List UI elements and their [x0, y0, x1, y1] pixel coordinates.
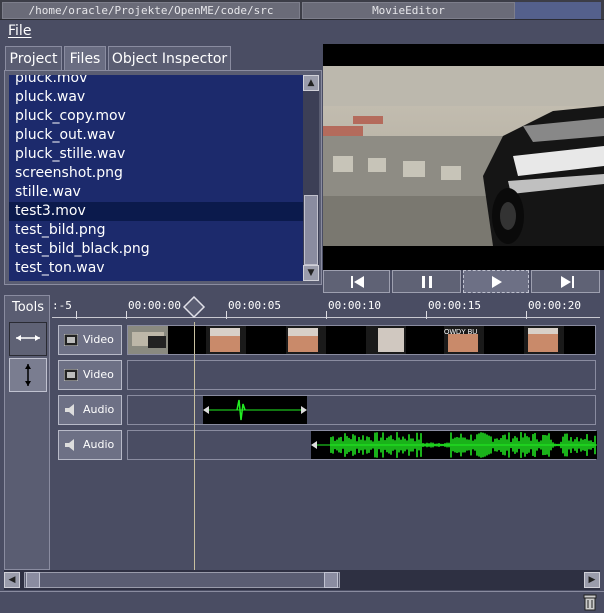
file-list-item[interactable]: test3.mov	[9, 202, 303, 221]
file-list-item[interactable]: test_bild.png	[9, 221, 303, 240]
ruler-label: :-5	[52, 299, 72, 312]
scroll-down-icon[interactable]: ▼	[303, 265, 319, 281]
scroll-thumb-cap[interactable]	[26, 572, 40, 588]
timeline-ruler[interactable]: :-5 00:00:00 00:00:05 00:00:10 00:00:15 …	[52, 295, 600, 321]
track-header-audio-2[interactable]: Audio	[58, 430, 122, 460]
ruler-tick	[326, 311, 327, 319]
title-bar: /home/oracle/Projekte/OpenME/code/src Mo…	[0, 0, 604, 20]
scroll-thumb[interactable]	[24, 572, 340, 588]
video-clip-thumbnails[interactable]: OWDY BU	[128, 326, 597, 354]
ruler-tick	[126, 311, 127, 319]
scroll-thumb[interactable]	[304, 195, 318, 265]
status-bar	[0, 591, 604, 613]
ruler-label: 00:00:15	[428, 299, 481, 312]
ruler-label: 00:00:20	[528, 299, 581, 312]
scroll-thumb-cap[interactable]	[324, 572, 338, 588]
window-path-title[interactable]: /home/oracle/Projekte/OpenME/code/src	[2, 2, 300, 19]
ruler-label: 00:00:05	[228, 299, 281, 312]
waveform-1	[203, 399, 307, 421]
skip-start-button[interactable]	[323, 270, 390, 293]
file-list-item[interactable]: test_ton.wav	[9, 259, 303, 278]
track-header-audio-1[interactable]: Audio	[58, 395, 122, 425]
window-app-title[interactable]: MovieEditor	[302, 2, 515, 19]
video-lane-1[interactable]: OWDY BU	[127, 325, 596, 355]
file-list-item[interactable]: stille.wav	[9, 183, 303, 202]
film-icon	[64, 369, 78, 381]
track-header-video-2[interactable]: Video	[58, 360, 122, 390]
thumbnail-text: OWDY BU	[444, 329, 477, 336]
ruler-tick	[426, 311, 427, 319]
vertical-move-icon	[25, 364, 31, 386]
tools-label: Tools	[11, 300, 45, 315]
tab-files[interactable]: Files	[64, 46, 106, 71]
file-list-item[interactable]: pluck.mov	[9, 75, 303, 88]
pause-button[interactable]	[392, 270, 461, 293]
play-button[interactable]	[463, 270, 529, 293]
scroll-up-icon[interactable]: ▲	[303, 75, 319, 91]
ruler-label: 00:00:00	[128, 299, 181, 312]
title-bar-accent	[515, 2, 601, 19]
ruler-tick	[226, 311, 227, 319]
ruler-tick	[526, 311, 527, 319]
file-list-item[interactable]: pluck_stille.wav	[9, 145, 303, 164]
waveform-2	[311, 432, 597, 458]
pause-icon	[422, 276, 432, 288]
horizontal-move-tool[interactable]	[9, 322, 47, 356]
trash-icon[interactable]	[582, 594, 598, 612]
audio-lane-2[interactable]	[127, 430, 597, 460]
vertical-move-tool[interactable]	[9, 358, 47, 392]
file-list[interactable]: pluck.mov pluck.wav pluck_copy.mov pluck_ou…	[9, 75, 303, 281]
video-lane-2[interactable]	[127, 360, 596, 390]
skip-end-button[interactable]	[531, 270, 600, 293]
film-icon	[64, 334, 78, 346]
file-list-item[interactable]: pluck_copy.mov	[9, 107, 303, 126]
skip-start-icon	[351, 276, 364, 288]
file-list-item[interactable]: pluck_out.wav	[9, 126, 303, 145]
timeline-scrollbar[interactable]: ◀ ▶	[4, 570, 600, 590]
race-car-frame-image	[323, 66, 604, 246]
audio-clip-2[interactable]	[311, 431, 597, 459]
playhead-marker-icon[interactable]	[182, 296, 206, 318]
video-preview	[323, 44, 604, 270]
track-label: Video	[83, 368, 114, 381]
ruler-tick	[76, 311, 77, 319]
menu-bar: File	[0, 21, 604, 44]
scroll-right-icon[interactable]: ▶	[584, 572, 600, 588]
menu-file[interactable]: File	[8, 23, 31, 39]
audio-lane-1[interactable]	[127, 395, 596, 425]
file-list-item[interactable]: test_bild_black.png	[9, 240, 303, 259]
file-list-item[interactable]: pluck.wav	[9, 88, 303, 107]
playhead-line	[194, 322, 195, 570]
track-header-video-1[interactable]: Video	[58, 325, 122, 355]
speaker-icon	[65, 439, 74, 451]
scroll-left-icon[interactable]: ◀	[4, 572, 20, 588]
file-list-scrollbar[interactable]: ▲ ▼	[303, 75, 319, 281]
speaker-icon	[65, 404, 74, 416]
tab-project[interactable]: Project	[5, 46, 62, 71]
ruler-label: 00:00:10	[328, 299, 381, 312]
track-label: Video	[83, 333, 114, 346]
tab-object-inspector[interactable]: Object Inspector	[108, 46, 231, 71]
horizontal-move-icon	[16, 335, 40, 341]
skip-end-icon	[561, 276, 574, 288]
video-frame	[323, 66, 604, 246]
track-label: Audio	[83, 403, 115, 416]
play-icon	[492, 276, 502, 288]
audio-clip-1[interactable]	[203, 396, 307, 424]
file-list-item[interactable]: screenshot.png	[9, 164, 303, 183]
track-label: Audio	[83, 438, 115, 451]
file-list-panel: pluck.mov pluck.wav pluck_copy.mov pluck_ou…	[4, 70, 322, 285]
tools-panel: Tools	[4, 295, 50, 570]
